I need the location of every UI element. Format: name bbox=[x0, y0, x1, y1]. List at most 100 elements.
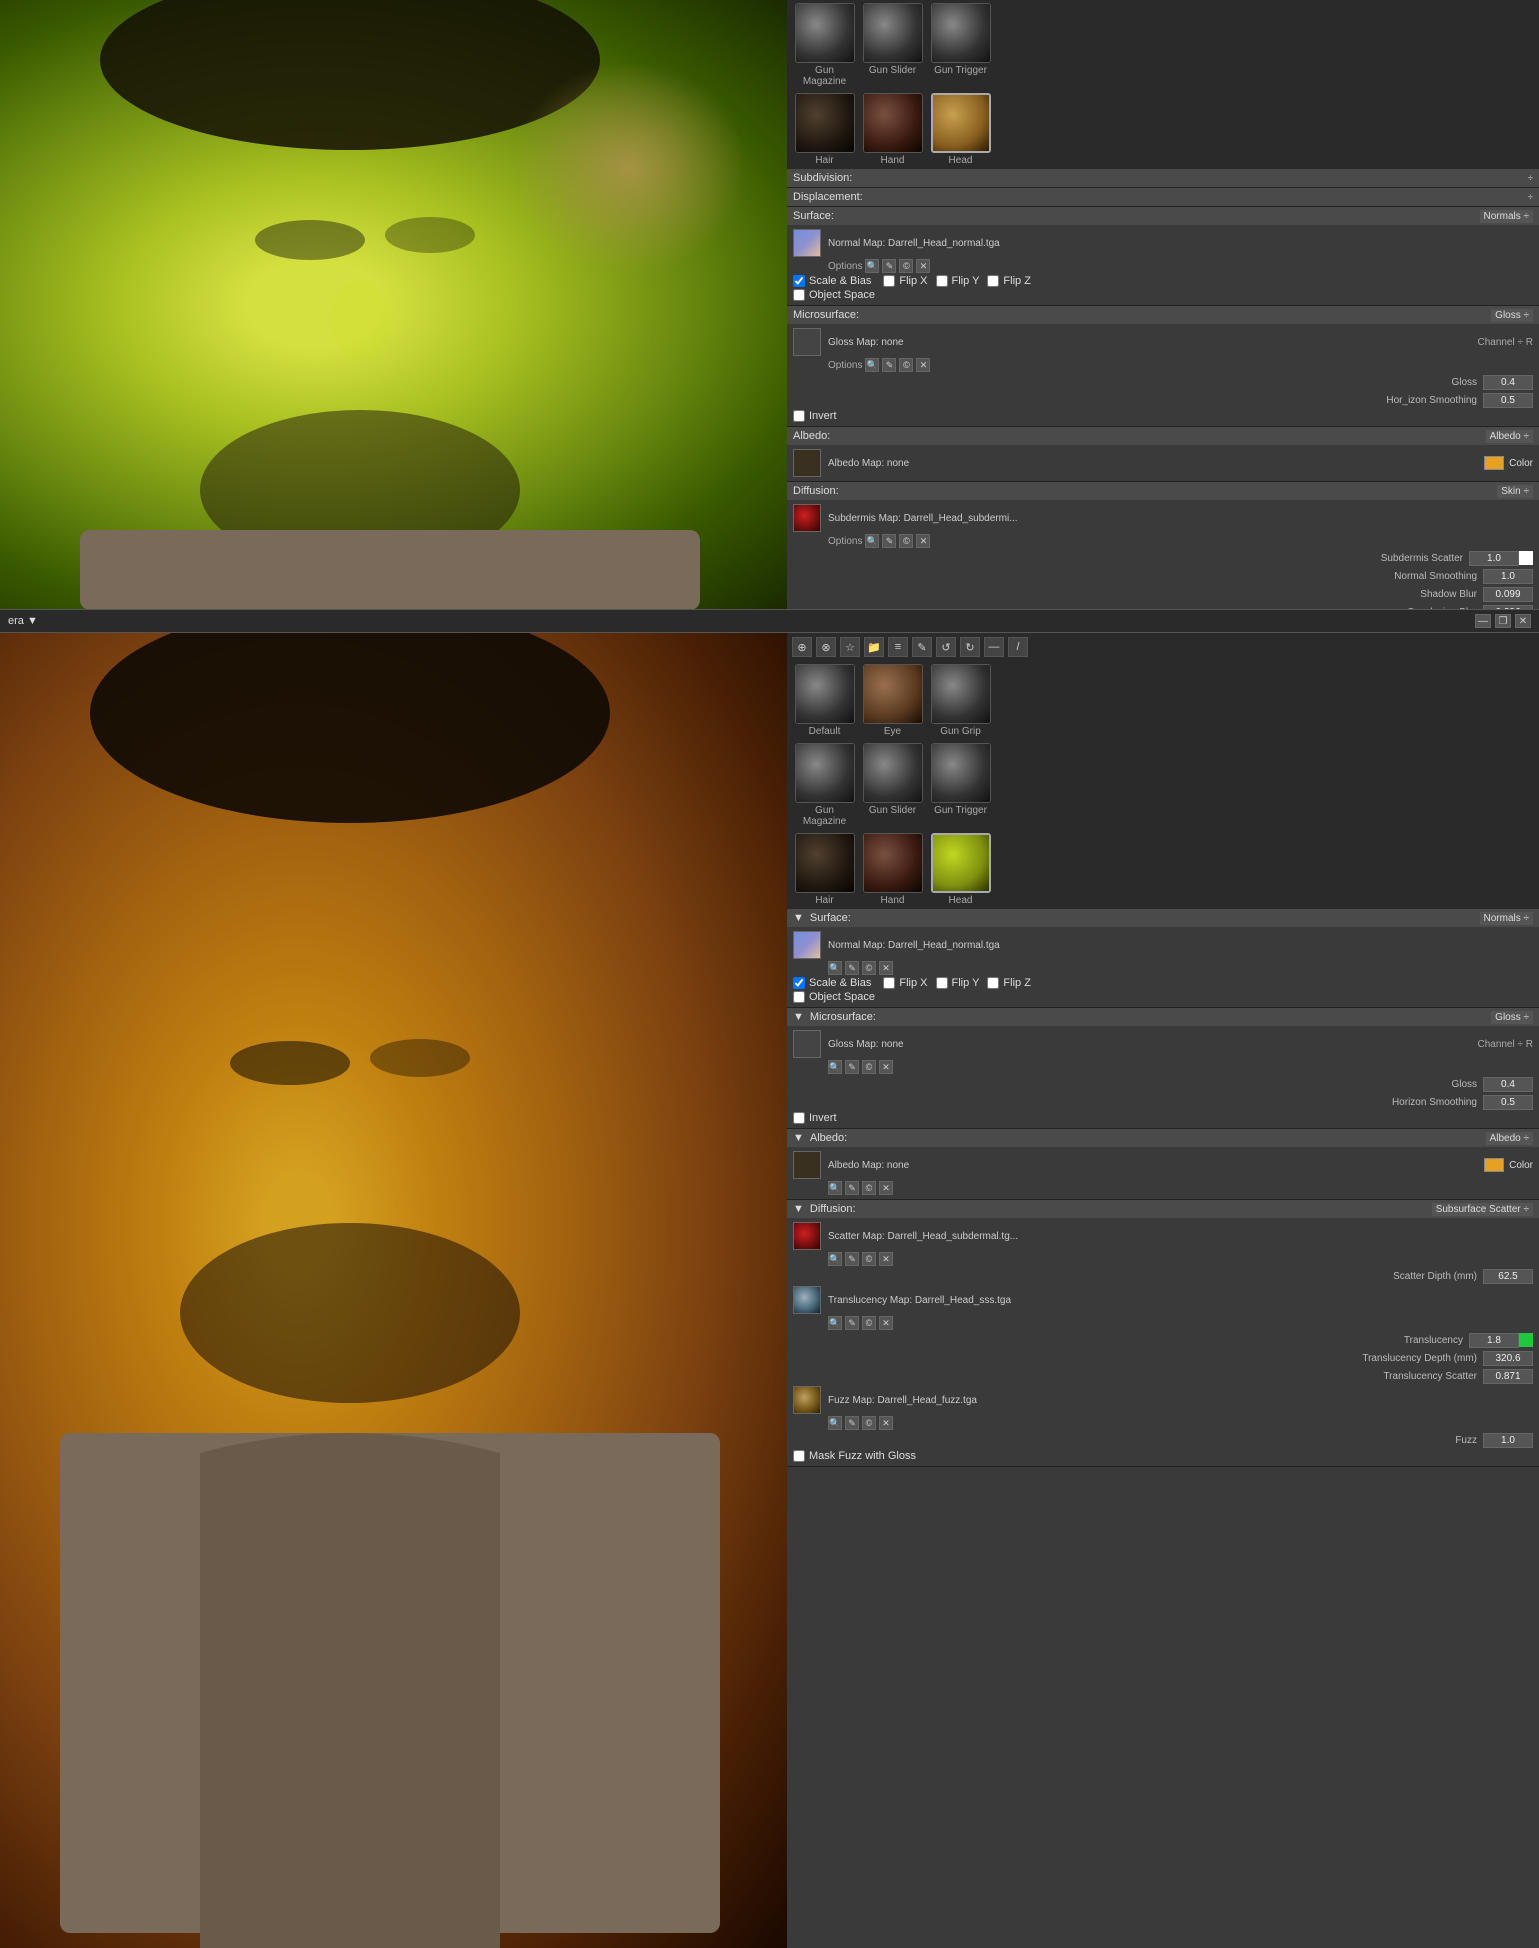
gloss-edit-icon[interactable]: ✎ bbox=[882, 358, 896, 372]
nm-copy-icon[interactable]: © bbox=[862, 961, 876, 975]
microsurface-mode-top[interactable]: Gloss ÷ bbox=[1491, 309, 1533, 322]
trans-search-b[interactable]: 🔍 bbox=[828, 1316, 842, 1330]
subdermis-edit-icon[interactable]: ✎ bbox=[882, 534, 896, 548]
thumb-hair[interactable]: Hair bbox=[792, 93, 857, 166]
nm-delete-icon[interactable]: ✕ bbox=[879, 961, 893, 975]
thumb-b-hand[interactable]: Hand bbox=[860, 833, 925, 906]
gloss-edit-b[interactable]: ✎ bbox=[845, 1060, 859, 1074]
gloss-copy-icon[interactable]: © bbox=[899, 358, 913, 372]
gloss-input-b[interactable] bbox=[1483, 1077, 1533, 1092]
add-btn[interactable]: ⊕ bbox=[792, 637, 812, 657]
surface-header-top[interactable]: Surface: Normals ÷ bbox=[787, 207, 1539, 225]
fuzz-delete-b[interactable]: ✕ bbox=[879, 1416, 893, 1430]
subdermis-delete-icon[interactable]: ✕ bbox=[916, 534, 930, 548]
flip-y-check[interactable] bbox=[936, 275, 948, 287]
trans-depth-input[interactable] bbox=[1483, 1351, 1533, 1366]
invert-check-top[interactable] bbox=[793, 410, 805, 422]
object-space-check[interactable] bbox=[793, 289, 805, 301]
gloss-delete-b[interactable]: ✕ bbox=[879, 1060, 893, 1074]
scatter-copy[interactable]: © bbox=[862, 1252, 876, 1266]
microsurface-mode-bottom[interactable]: Gloss ÷ bbox=[1491, 1011, 1533, 1024]
subdermis-scatter-input[interactable] bbox=[1469, 551, 1519, 566]
surface-mode-top[interactable]: Normals ÷ bbox=[1480, 210, 1534, 223]
invert-check-b[interactable] bbox=[793, 1112, 805, 1124]
trans-scatter-input-b[interactable] bbox=[1483, 1369, 1533, 1384]
gloss-delete-icon[interactable]: ✕ bbox=[916, 358, 930, 372]
minimize-button[interactable]: — bbox=[1475, 614, 1491, 628]
gloss-input[interactable] bbox=[1483, 375, 1533, 390]
list-btn[interactable]: ≡ bbox=[888, 637, 908, 657]
scatter-edit[interactable]: ✎ bbox=[845, 1252, 859, 1266]
fuzz-search-b[interactable]: 🔍 bbox=[828, 1416, 842, 1430]
albedo-search-b[interactable]: 🔍 bbox=[828, 1181, 842, 1195]
displacement-header[interactable]: Displacement: ÷ bbox=[787, 188, 1539, 206]
trans-edit-b[interactable]: ✎ bbox=[845, 1316, 859, 1330]
subdermis-copy-icon[interactable]: © bbox=[899, 534, 913, 548]
thumb-hand[interactable]: Hand bbox=[860, 93, 925, 166]
scatter-search[interactable]: 🔍 bbox=[828, 1252, 842, 1266]
horizon-smoothing-input[interactable] bbox=[1483, 393, 1533, 408]
normal-smoothing-input[interactable] bbox=[1483, 569, 1533, 584]
thumb-b-hair[interactable]: Hair bbox=[792, 833, 857, 906]
gloss-copy-b[interactable]: © bbox=[862, 1060, 876, 1074]
albedo-delete-b[interactable]: ✕ bbox=[879, 1181, 893, 1195]
thumb-gun-grip[interactable]: Gun Grip bbox=[928, 664, 993, 737]
subdermis-search-icon[interactable]: 🔍 bbox=[865, 534, 879, 548]
edit-tool-btn[interactable]: ✎ bbox=[912, 637, 932, 657]
gloss-search-b[interactable]: 🔍 bbox=[828, 1060, 842, 1074]
trans-copy-b[interactable]: © bbox=[862, 1316, 876, 1330]
close-button[interactable]: ✕ bbox=[1515, 614, 1531, 628]
occlusion-blur-input[interactable] bbox=[1483, 605, 1533, 610]
fuzz-input-b[interactable] bbox=[1483, 1433, 1533, 1448]
diffusion-mode-top[interactable]: Skin ÷ bbox=[1497, 485, 1533, 498]
surface-mode-bottom[interactable]: Normals ÷ bbox=[1480, 912, 1534, 925]
thumb-b-gun-magazine[interactable]: Gun Magazine bbox=[792, 743, 857, 827]
search-icon-top[interactable]: 🔍 bbox=[865, 259, 879, 273]
albedo-swatch-b[interactable] bbox=[1484, 1158, 1504, 1172]
subdivision-header[interactable]: Subdivision: ÷ bbox=[787, 169, 1539, 187]
trans-delete-b[interactable]: ✕ bbox=[879, 1316, 893, 1330]
nm-edit-icon[interactable]: ✎ bbox=[845, 961, 859, 975]
flip-y-check-b[interactable] bbox=[936, 977, 948, 989]
albedo-header-top[interactable]: Albedo: Albedo ÷ bbox=[787, 427, 1539, 445]
panel-scroll-bottom[interactable]: Default Eye Gun Grip Gun Magazine bbox=[787, 661, 1539, 1948]
shadow-blur-input[interactable] bbox=[1483, 587, 1533, 602]
thumb-b-gun-slider[interactable]: Gun Slider bbox=[860, 743, 925, 827]
minus-btn[interactable]: — bbox=[984, 637, 1004, 657]
flip-z-check-b[interactable] bbox=[987, 977, 999, 989]
albedo-edit-b[interactable]: ✎ bbox=[845, 1181, 859, 1195]
divider-label[interactable]: era ▼ bbox=[8, 615, 38, 627]
horizon-smoothing-input-b[interactable] bbox=[1483, 1095, 1533, 1110]
diffusion-mode-bottom[interactable]: Subsurface Scatter ÷ bbox=[1432, 1203, 1533, 1216]
displacement-dropdown[interactable]: ÷ bbox=[1528, 192, 1533, 202]
albedo-header-bottom[interactable]: ▼ Albedo: Albedo ÷ bbox=[787, 1129, 1539, 1147]
scale-bias-check[interactable] bbox=[793, 275, 805, 287]
flip-x-check-b[interactable] bbox=[883, 977, 895, 989]
object-space-check-b[interactable] bbox=[793, 991, 805, 1003]
albedo-color-swatch[interactable] bbox=[1484, 456, 1504, 470]
star-btn[interactable]: ☆ bbox=[840, 637, 860, 657]
fuzz-edit-b[interactable]: ✎ bbox=[845, 1416, 859, 1430]
albedo-mode-top[interactable]: Albedo ÷ bbox=[1486, 430, 1533, 443]
undo-btn[interactable]: ↺ bbox=[936, 637, 956, 657]
diffusion-header-top[interactable]: Diffusion: Skin ÷ bbox=[787, 482, 1539, 500]
flip-x-check[interactable] bbox=[883, 275, 895, 287]
microsurface-header-bottom[interactable]: ▼ Microsurface: Gloss ÷ bbox=[787, 1008, 1539, 1026]
scatter-depth-input[interactable] bbox=[1483, 1269, 1533, 1284]
translucency-input-b[interactable] bbox=[1469, 1333, 1519, 1348]
thumb-default[interactable]: Default bbox=[792, 664, 857, 737]
delete-icon-top[interactable]: ✕ bbox=[916, 259, 930, 273]
trans-green-b[interactable] bbox=[1519, 1333, 1533, 1347]
gloss-search-icon[interactable]: 🔍 bbox=[865, 358, 879, 372]
thumb-gun-slider[interactable]: Gun Slider bbox=[860, 3, 925, 87]
slash-btn[interactable]: / bbox=[1008, 637, 1028, 657]
diffusion-header-bottom[interactable]: ▼ Diffusion: Subsurface Scatter ÷ bbox=[787, 1200, 1539, 1218]
remove-btn[interactable]: ⊗ bbox=[816, 637, 836, 657]
thumb-gun-magazine[interactable]: Gun Magazine bbox=[792, 3, 857, 87]
scale-bias-check-b[interactable] bbox=[793, 977, 805, 989]
thumb-head[interactable]: Head bbox=[928, 93, 993, 166]
nm-search-icon[interactable]: 🔍 bbox=[828, 961, 842, 975]
scatter-delete[interactable]: ✕ bbox=[879, 1252, 893, 1266]
restore-button[interactable]: ❐ bbox=[1495, 614, 1511, 628]
folder-btn[interactable]: 📁 bbox=[864, 637, 884, 657]
